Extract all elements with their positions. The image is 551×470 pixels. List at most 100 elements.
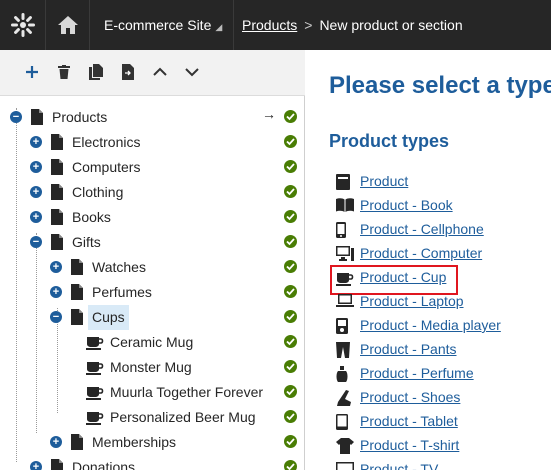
tree-node[interactable]: − Gifts	[0, 230, 305, 255]
tree-node-label[interactable]: Perfumes	[88, 280, 156, 305]
tablet-icon	[336, 414, 352, 430]
expand-toggle-icon[interactable]: +	[30, 211, 42, 223]
product-type-link[interactable]: Product - Shoes	[360, 389, 460, 405]
add-icon	[26, 66, 38, 78]
expand-toggle-icon[interactable]: +	[50, 436, 62, 448]
tree-node[interactable]: Personalized Beer Mug	[0, 405, 305, 430]
published-status-icon	[284, 335, 297, 348]
breadcrumb-current: New product or section	[319, 17, 463, 33]
expand-toggle-icon[interactable]: +	[30, 186, 42, 198]
media-player-icon	[336, 318, 352, 334]
product-type-link[interactable]: Product - Perfume	[360, 365, 474, 381]
copy-button[interactable]	[84, 60, 108, 84]
product-type-item: Product	[334, 170, 551, 194]
move-down-button[interactable]	[180, 60, 204, 84]
tree-node-label[interactable]: Electronics	[68, 130, 144, 155]
cellphone-icon	[336, 222, 352, 238]
tree-node[interactable]: Monster Mug	[0, 355, 305, 380]
published-status-icon	[284, 435, 297, 448]
delete-icon	[58, 65, 70, 79]
tree-node[interactable]: Muurla Together Forever	[0, 380, 305, 405]
expand-toggle-icon[interactable]: +	[30, 461, 42, 470]
product-type-link[interactable]: Product - Media player	[360, 317, 501, 333]
cup-icon	[86, 359, 104, 375]
page-icon	[51, 459, 67, 470]
collapse-toggle-icon[interactable]: −	[50, 311, 62, 323]
tree-node-label[interactable]: Computers	[68, 155, 144, 180]
add-button[interactable]	[20, 60, 44, 84]
tree-node[interactable]: + Books	[0, 205, 305, 230]
delete-button[interactable]	[52, 60, 76, 84]
collapse-toggle-icon[interactable]: −	[30, 236, 42, 248]
expand-toggle-icon[interactable]: +	[50, 261, 62, 273]
published-status-icon	[284, 385, 297, 398]
tree-node[interactable]: + Watches	[0, 255, 305, 280]
page-icon	[51, 234, 67, 250]
product-type-link[interactable]: Product - Book	[360, 197, 453, 213]
tree-node-label[interactable]: Gifts	[68, 230, 105, 255]
tree-node[interactable]: − Products →	[0, 105, 305, 130]
breadcrumb-link-products[interactable]: Products	[242, 17, 297, 33]
tree-node-label[interactable]: Cups	[88, 305, 129, 330]
tree-node-label[interactable]: Memberships	[88, 430, 180, 455]
product-type-link[interactable]: Product - Cup	[360, 269, 446, 285]
tree-node[interactable]: + Electronics	[0, 130, 305, 155]
tree-node-label[interactable]: Muurla Together Forever	[106, 380, 267, 405]
arrow-right-icon[interactable]: →	[262, 106, 276, 122]
tree-node[interactable]: − Cups	[0, 305, 305, 330]
move-button[interactable]	[116, 60, 140, 84]
page-icon	[31, 109, 47, 125]
product-type-link[interactable]: Product - Computer	[360, 245, 482, 261]
collapse-toggle-icon[interactable]: −	[10, 111, 22, 123]
tree-node-label[interactable]: Products	[48, 105, 111, 130]
tree-node[interactable]: + Donations	[0, 455, 305, 470]
page-icon	[51, 209, 67, 225]
tree-node[interactable]: + Clothing	[0, 180, 305, 205]
tree-node[interactable]: + Perfumes	[0, 280, 305, 305]
published-status-icon	[284, 260, 297, 273]
tree-node-label[interactable]: Donations	[68, 455, 139, 470]
page-icon	[71, 259, 87, 275]
home-button[interactable]	[46, 0, 90, 50]
caret-down-icon: ◢	[215, 21, 223, 32]
published-status-icon	[284, 110, 297, 123]
site-selector[interactable]: E-commerce Site ◢	[90, 0, 234, 50]
tree-node[interactable]: + Memberships	[0, 430, 305, 455]
product-type-link[interactable]: Product - Laptop	[360, 293, 464, 309]
product-type-item: Product - Book	[334, 194, 551, 218]
page-icon	[71, 309, 87, 325]
product-type-link[interactable]: Product - Tablet	[360, 413, 458, 429]
page-icon	[71, 434, 87, 450]
breadcrumb-separator: >	[304, 17, 313, 33]
page-icon	[71, 284, 87, 300]
page-icon	[51, 134, 67, 150]
cup-icon	[336, 270, 354, 286]
expand-toggle-icon[interactable]: +	[50, 286, 62, 298]
product-type-item: Product - T-shirt	[334, 434, 551, 458]
product-type-item: Product - Cup	[330, 265, 551, 295]
product-type-item: Product - Cellphone	[334, 218, 551, 242]
tree-node-label[interactable]: Personalized Beer Mug	[106, 405, 260, 430]
tree-node-label[interactable]: Clothing	[68, 180, 127, 205]
pants-icon	[336, 342, 352, 358]
published-status-icon	[284, 410, 297, 423]
product-type-link[interactable]: Product	[360, 173, 408, 189]
product-type-link[interactable]: Product - Cellphone	[360, 221, 484, 237]
expand-toggle-icon[interactable]: +	[30, 136, 42, 148]
product-type-link[interactable]: Product - Pants	[360, 341, 457, 357]
product-type-link[interactable]: Product - T-shirt	[360, 437, 459, 453]
tree-node-label[interactable]: Ceramic Mug	[106, 330, 197, 355]
expand-toggle-icon[interactable]: +	[30, 161, 42, 173]
product-type-link[interactable]: Product - TV	[360, 461, 438, 470]
tree-node[interactable]: Ceramic Mug	[0, 330, 305, 355]
chevron-up-icon	[153, 67, 167, 76]
tree-node[interactable]: + Computers	[0, 155, 305, 180]
product-box-icon	[336, 174, 352, 190]
move-up-button[interactable]	[148, 60, 172, 84]
page-title: Please select a type	[329, 72, 551, 99]
tree-node-label[interactable]: Books	[68, 205, 115, 230]
app-logo[interactable]	[0, 0, 46, 50]
tree-node-label[interactable]: Monster Mug	[106, 355, 196, 380]
published-status-icon	[284, 135, 297, 148]
tree-node-label[interactable]: Watches	[88, 255, 150, 280]
